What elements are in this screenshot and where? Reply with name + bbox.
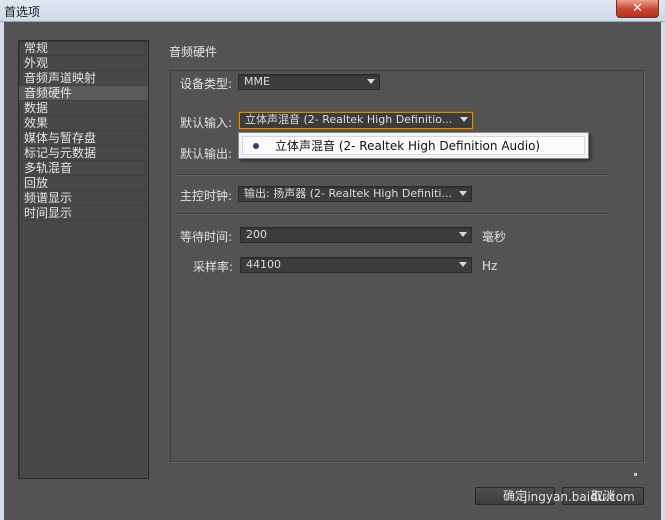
chevron-down-icon [459, 232, 467, 237]
divider [175, 174, 609, 176]
sidebar-item-media-disk-cache[interactable]: 媒体与暂存盘 [19, 131, 148, 146]
close-button[interactable]: ✕ [616, 0, 659, 18]
sidebar-item-general[interactable]: 常规 [19, 41, 148, 56]
master-clock-label: 主控时钟: [180, 189, 233, 203]
default-input-dropdown[interactable]: 立体声混音 (2- Realtek High Definitio... [239, 112, 473, 129]
sample-rate-unit: Hz [482, 259, 498, 273]
sidebar-item-multitrack[interactable]: 多轨混音 [19, 161, 148, 176]
chevron-down-icon [367, 79, 375, 84]
selected-bullet-icon [253, 143, 259, 149]
latency-value: 200 [246, 228, 267, 241]
popup-option[interactable]: 立体声混音 (2- Realtek High Definition Audio) [242, 136, 585, 155]
sidebar-item-effects[interactable]: 效果 [19, 116, 148, 131]
device-type-dropdown[interactable]: MME [238, 74, 380, 90]
sidebar-item-appearance[interactable]: 外观 [19, 56, 148, 71]
chevron-down-icon [459, 191, 467, 196]
latency-label: 等待时间: [180, 230, 233, 244]
popup-option-label: 立体声混音 (2- Realtek High Definition Audio) [275, 139, 541, 153]
sidebar-item-data[interactable]: 数据 [19, 101, 148, 116]
resize-grip-icon[interactable] [629, 473, 637, 481]
sidebar-item-audio-hardware[interactable]: 音频硬件 [19, 86, 148, 101]
sample-rate-dropdown[interactable]: 44100 [240, 257, 472, 273]
section-title: 音频硬件 [169, 45, 218, 59]
sample-rate-value: 44100 [246, 258, 281, 271]
divider [175, 213, 609, 215]
window-frame-left [0, 22, 4, 520]
latency-unit: 毫秒 [482, 230, 507, 244]
default-output-label: 默认输出: [180, 147, 233, 161]
close-icon: ✕ [632, 1, 643, 16]
chevron-down-icon [460, 117, 468, 122]
sidebar-item-audio-channel-mapping[interactable]: 音频声道映射 [19, 71, 148, 86]
default-input-label: 默认输入: [180, 116, 233, 130]
default-input-value: 立体声混音 (2- Realtek High Definitio... [245, 113, 453, 126]
latency-dropdown[interactable]: 200 [240, 227, 472, 243]
sidebar-item-markers-metadata[interactable]: 标记与元数据 [19, 146, 148, 161]
chevron-down-icon [459, 262, 467, 267]
sidebar-item-spectral-display[interactable]: 频谱显示 [19, 191, 148, 206]
window-title: 首选项 [4, 5, 41, 19]
title-bar: 首选项 ✕ [0, 0, 665, 22]
window-frame-right [661, 22, 665, 520]
default-input-popup-menu: 立体声混音 (2- Realtek High Definition Audio) [238, 132, 589, 159]
sidebar-item-time-display[interactable]: 时间显示 [19, 206, 148, 221]
master-clock-dropdown[interactable]: 输出: 扬声器 (2- Realtek High Definiti... [238, 186, 472, 202]
master-clock-value: 输出: 扬声器 (2- Realtek High Definiti... [244, 187, 452, 200]
watermark: jingyan.baidu.com [524, 490, 635, 504]
sidebar-item-playback[interactable]: 回放 [19, 176, 148, 191]
device-type-value: MME [244, 75, 270, 88]
device-type-label: 设备类型: [180, 77, 233, 91]
sample-rate-label: 采样率: [193, 260, 234, 274]
preferences-category-list[interactable]: 常规 外观 音频声道映射 音频硬件 数据 效果 媒体与暂存盘 标记与元数据 多轨… [18, 40, 149, 479]
